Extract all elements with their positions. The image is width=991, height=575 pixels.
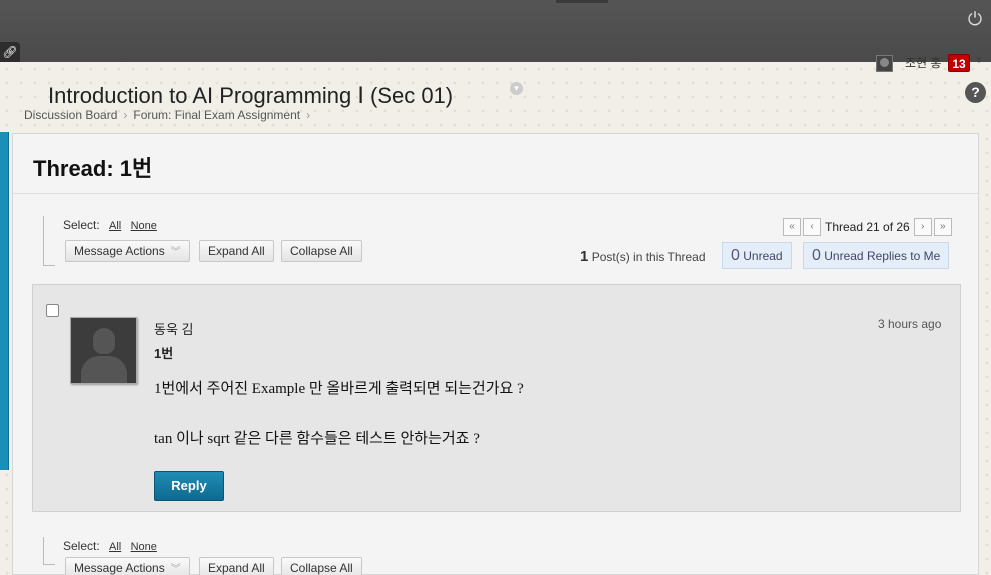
select-label: Select: <box>63 218 100 232</box>
reply-button[interactable]: Reply <box>154 471 224 501</box>
tree-connector <box>43 537 55 565</box>
post-body-line: tan 이나 sqrt 같은 다른 함수들은 테스트 안하는거죠 ? <box>154 431 480 447</box>
select-all-link[interactable]: All <box>109 541 121 553</box>
collapse-all-button[interactable]: Collapse All <box>281 557 362 575</box>
select-label: Select: <box>63 539 100 553</box>
menu-toggle-strip[interactable] <box>0 132 9 470</box>
message-actions-label: Message Actions <box>74 561 165 575</box>
tree-connector <box>43 216 55 266</box>
expand-all-button[interactable]: Expand All <box>199 240 274 262</box>
post-author[interactable]: 동욱 김 <box>154 319 194 338</box>
posts-count: 1 Post(s) in this Thread <box>580 248 706 265</box>
post-checkbox[interactable] <box>46 304 59 317</box>
unread-filter[interactable]: 0 Unread <box>722 242 792 269</box>
top-navigation-bar: ⏻ <box>0 0 991 62</box>
chevron-right-icon[interactable]: › <box>913 218 932 236</box>
link-icon[interactable]: 🔗︎ <box>0 42 20 62</box>
message-actions-label: Message Actions <box>74 244 165 258</box>
collapse-all-button[interactable]: Collapse All <box>281 240 362 262</box>
breadcrumb-item-forum[interactable]: Forum: Final Exam Assignment <box>133 108 300 122</box>
posts-count-number: 1 <box>580 248 589 265</box>
chevron-down-icon[interactable]: ▼ <box>974 55 984 66</box>
unread-replies-filter[interactable]: 0 Unread Replies to Me <box>803 242 950 269</box>
double-chevron-right-icon[interactable]: » <box>933 218 952 236</box>
select-none-link[interactable]: None <box>131 220 157 232</box>
user-name: 조현 홍 <box>905 56 942 70</box>
select-all-link[interactable]: All <box>109 220 121 232</box>
unread-count: 0 <box>731 247 740 264</box>
double-chevron-left-icon[interactable]: « <box>783 218 801 236</box>
user-avatar <box>876 54 893 72</box>
select-controls-top: Select: All None <box>63 218 157 232</box>
thread-panel: Thread: 1번 Select: All None Message Acti… <box>12 133 979 575</box>
message-actions-button[interactable]: Message Actions ︾ <box>65 557 190 575</box>
select-controls-bottom: Select: All None <box>63 539 157 553</box>
unread-replies-label: Unread Replies to Me <box>824 249 941 263</box>
message-actions-button[interactable]: Message Actions ︾ <box>65 240 190 262</box>
thread-pager: « ‹ Thread 21 of 26 › » <box>783 218 952 236</box>
thread-title: Thread: 1번 <box>33 156 153 181</box>
divider <box>13 193 978 194</box>
chevron-down-icon: ︾ <box>170 247 181 258</box>
user-menu[interactable]: 조현 홍 <box>876 54 941 72</box>
pager-text: Thread 21 of 26 <box>825 220 910 234</box>
breadcrumb-item-discussion-board[interactable]: Discussion Board <box>24 108 117 122</box>
post-item: 동욱 김 1번 3 hours ago 1번에서 주어진 Example 만 올… <box>32 284 961 512</box>
breadcrumb-separator-icon: › <box>123 108 128 122</box>
top-tab-stub <box>556 0 608 3</box>
select-none-link[interactable]: None <box>131 541 157 553</box>
course-menu-chevron-icon[interactable]: ▾ <box>510 82 523 95</box>
post-timestamp: 3 hours ago <box>878 317 942 331</box>
breadcrumb: Discussion Board › Forum: Final Exam Ass… <box>24 108 310 122</box>
chevron-left-icon[interactable]: ‹ <box>803 218 821 236</box>
course-title: Introduction to AI Programming Ⅰ (Sec 01… <box>48 83 454 108</box>
help-icon[interactable]: ? <box>965 82 986 103</box>
author-avatar <box>70 317 137 384</box>
posts-count-label: Post(s) in this Thread <box>591 250 706 264</box>
unread-replies-count: 0 <box>812 247 821 264</box>
post-subject: 1번 <box>154 346 174 361</box>
expand-all-button[interactable]: Expand All <box>199 557 274 575</box>
power-icon[interactable]: ⏻ <box>964 8 986 30</box>
breadcrumb-separator-icon: › <box>306 108 311 122</box>
post-body-line: 1번에서 주어진 Example 만 올바르게 출력되면 되는건가요 ? <box>154 381 524 397</box>
unread-label: Unread <box>743 249 783 263</box>
notification-badge[interactable]: 13 <box>948 54 970 72</box>
chevron-down-icon: ︾ <box>170 564 181 575</box>
